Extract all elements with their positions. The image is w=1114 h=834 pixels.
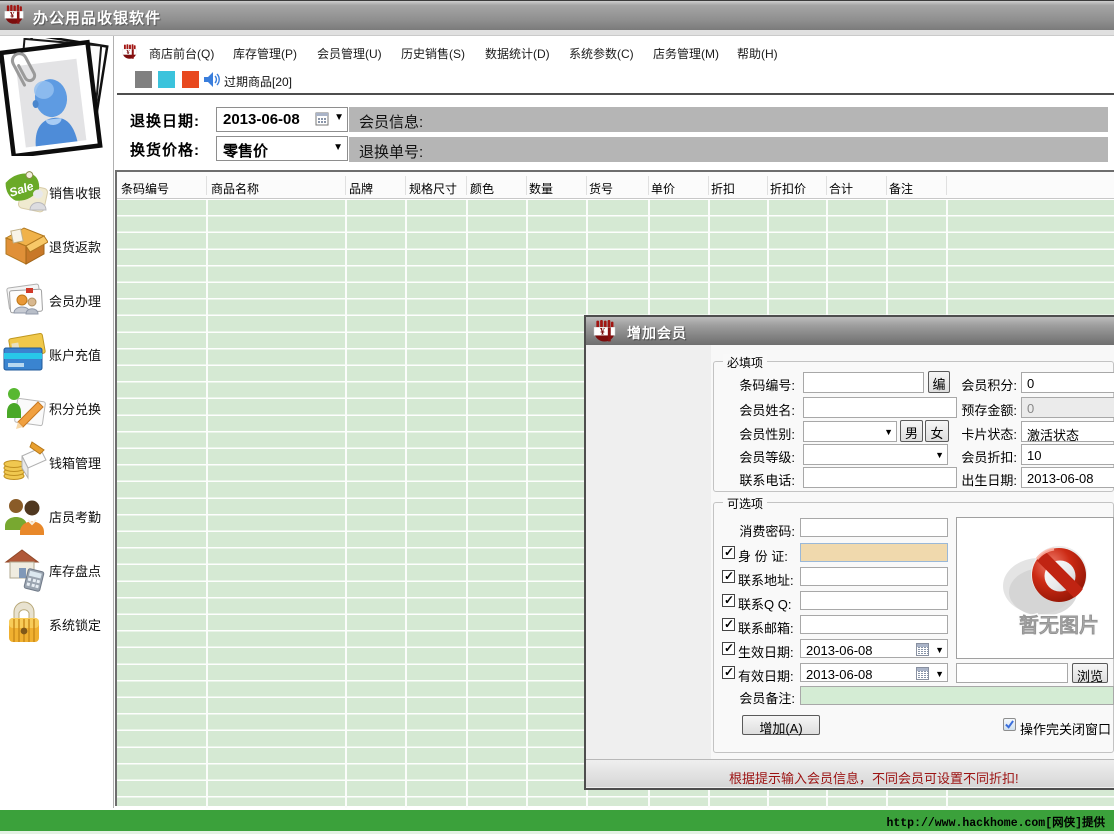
- svg-text:¥: ¥: [600, 327, 605, 338]
- svg-text:¥: ¥: [10, 10, 15, 20]
- svg-text:暂无图片: 暂无图片: [1019, 613, 1099, 637]
